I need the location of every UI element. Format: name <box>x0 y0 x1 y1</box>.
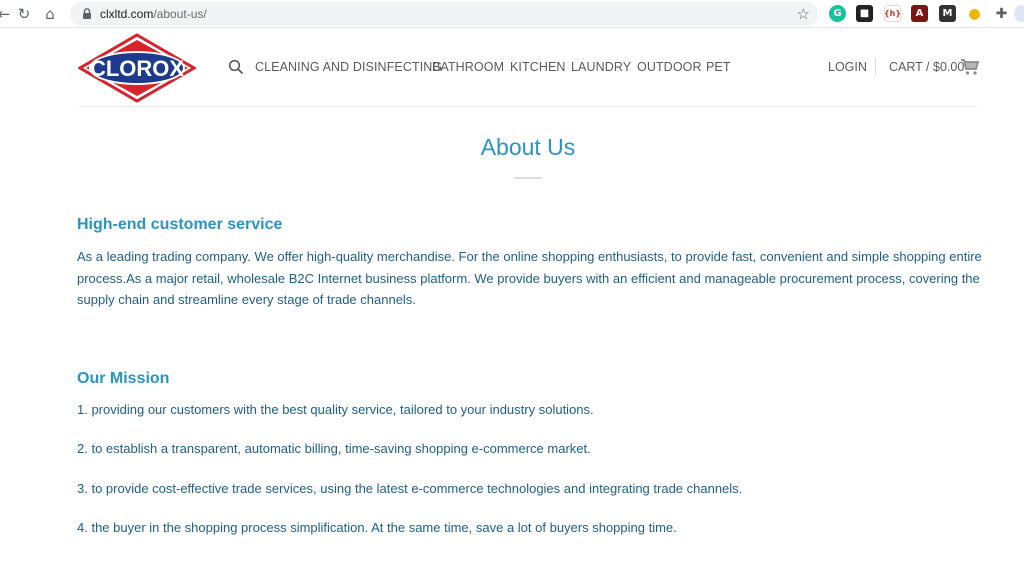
login-link[interactable]: LOGIN <box>828 60 867 74</box>
clorox-logo[interactable]: CLOROX <box>78 33 196 103</box>
home-icon[interactable]: ⌂ <box>40 4 60 24</box>
cart-link[interactable]: CART / $0.00 <box>889 60 964 74</box>
tab-extension-icon[interactable]: ■ <box>856 5 873 22</box>
mission-item-3: 3. to provide cost-effective trade servi… <box>77 481 743 496</box>
nav-item-bathroom[interactable]: BATHROOM <box>432 60 504 74</box>
cart-icon[interactable] <box>960 58 980 76</box>
section-heading-service: High-end customer service <box>77 216 283 233</box>
nav-item-laundry[interactable]: LAUNDRY <box>571 60 631 74</box>
header-divider-line <box>77 106 979 107</box>
rss-extension-icon[interactable]: {h} <box>884 5 901 22</box>
m-extension-icon[interactable]: M <box>939 5 956 22</box>
pdf-icon[interactable]: A <box>911 5 928 22</box>
title-divider <box>514 177 542 179</box>
page-title: About Us <box>480 134 576 160</box>
mission-item-1: 1. providing our customers with the best… <box>77 402 594 417</box>
back-icon[interactable]: ← <box>0 4 14 24</box>
service-paragraph: As a leading trading company. We offer h… <box>77 249 982 307</box>
search-icon[interactable] <box>228 59 244 75</box>
logo-text: CLOROX <box>90 56 184 81</box>
profile-avatar[interactable] <box>1014 5 1024 22</box>
lock-icon <box>83 8 91 19</box>
nav-item-outdoor[interactable]: OUTDOOR <box>637 60 702 74</box>
grammarly-icon[interactable]: G <box>829 5 846 22</box>
colorful-extension-icon[interactable]: ● <box>966 5 983 22</box>
extensions-puzzle-icon[interactable]: ✚ <box>993 5 1010 22</box>
address-bar[interactable]: clxltd.com/about-us/ ☆ <box>70 2 818 26</box>
nav-item-cleaning[interactable]: CLEANING AND DISINFECTING <box>255 60 442 74</box>
mission-item-2: 2. to establish a transparent, automatic… <box>77 441 591 456</box>
url-path: /about-us/ <box>153 7 207 21</box>
mission-item-4: 4. the buyer in the shopping process sim… <box>77 520 677 535</box>
url-domain: clxltd.com <box>100 7 154 21</box>
bookmark-star-icon[interactable]: ☆ <box>797 5 810 23</box>
url-text: clxltd.com/about-us/ <box>100 7 207 21</box>
browser-toolbar: ← ↻ ⌂ clxltd.com/about-us/ ☆ G ■ {h} A M… <box>0 0 1024 28</box>
header-divider <box>875 58 876 76</box>
section-heading-mission: Our Mission <box>77 370 170 387</box>
reload-icon[interactable]: ↻ <box>14 4 34 24</box>
nav-item-pet[interactable]: PET <box>706 60 731 74</box>
nav-item-kitchen[interactable]: KITCHEN <box>510 60 566 74</box>
